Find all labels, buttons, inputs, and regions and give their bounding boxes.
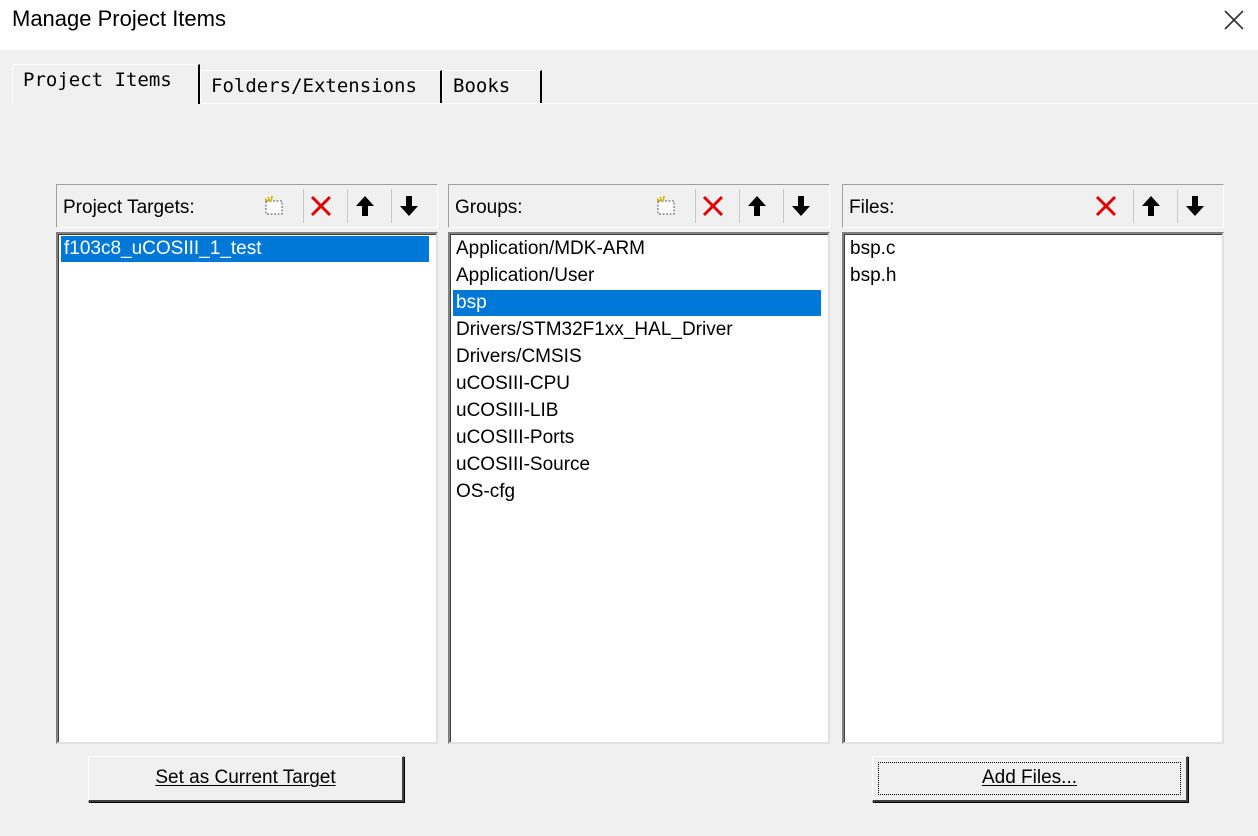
group-item[interactable]: uCOSIII-LIB (453, 398, 561, 424)
delete-icon (1095, 195, 1117, 217)
button-label: Set as Current Target (155, 767, 336, 788)
delete-icon (702, 195, 724, 217)
move-down-icon (792, 196, 810, 216)
file-item[interactable]: bsp.c (847, 236, 898, 262)
tab-books[interactable]: Books (442, 70, 542, 104)
group-item[interactable]: Drivers/STM32F1xx_HAL_Driver (453, 317, 736, 343)
move-up-icon (356, 196, 374, 216)
tab-label: Project Items (23, 69, 172, 91)
targets-list[interactable]: f103c8_uCOSIII_1_test (56, 232, 438, 744)
groups-label: Groups: (455, 197, 523, 218)
tab-folders-extensions[interactable]: Folders/Extensions (200, 70, 442, 104)
move-up-icon (748, 196, 766, 216)
move-file-up-button[interactable] (1133, 189, 1167, 223)
group-item[interactable]: Application/User (453, 263, 597, 289)
dialog-title: Manage Project Items (12, 6, 226, 31)
group-item[interactable]: uCOSIII-Ports (453, 425, 577, 451)
files-header: Files: (842, 184, 1224, 228)
target-item[interactable]: f103c8_uCOSIII_1_test (61, 236, 429, 262)
move-group-down-button[interactable] (783, 189, 817, 223)
targets-label: Project Targets: (63, 197, 195, 218)
delete-target-button[interactable] (303, 189, 337, 223)
files-list[interactable]: bsp.c bsp.h (842, 232, 1224, 744)
move-up-icon (1142, 196, 1160, 216)
group-item[interactable]: uCOSIII-CPU (453, 371, 573, 397)
move-down-icon (1186, 196, 1204, 216)
files-label: Files: (849, 197, 895, 218)
new-group-button[interactable] (649, 189, 683, 223)
delete-group-button[interactable] (695, 189, 729, 223)
move-file-down-button[interactable] (1177, 189, 1211, 223)
tab-label: Books (453, 75, 511, 97)
group-item[interactable]: uCOSIII-Source (453, 452, 593, 478)
move-group-up-button[interactable] (739, 189, 773, 223)
delete-icon (310, 195, 332, 217)
close-icon (1224, 10, 1244, 30)
delete-file-button[interactable] (1089, 189, 1123, 223)
targets-header: Project Targets: (56, 184, 438, 228)
new-target-button[interactable] (257, 189, 291, 223)
groups-header: Groups: (448, 184, 830, 228)
group-item[interactable]: OS-cfg (453, 479, 518, 505)
add-files-button[interactable]: Add Files... (872, 756, 1188, 802)
group-item[interactable]: Drivers/CMSIS (453, 344, 585, 370)
tab-project-items[interactable]: Project Items (12, 64, 200, 104)
move-down-icon (400, 196, 418, 216)
close-button[interactable] (1216, 2, 1252, 38)
move-target-up-button[interactable] (347, 189, 381, 223)
move-target-down-button[interactable] (391, 189, 425, 223)
new-item-icon (264, 195, 283, 215)
set-as-current-target-button[interactable]: Set as Current Target (88, 756, 404, 802)
groups-list[interactable]: Application/MDK-ARM Application/User bsp… (448, 232, 830, 744)
button-label: Add Files... (981, 767, 1078, 788)
tab-label: Folders/Extensions (211, 75, 417, 97)
group-item[interactable]: bsp (453, 290, 821, 316)
new-item-icon (656, 195, 675, 215)
group-item[interactable]: Application/MDK-ARM (453, 236, 648, 262)
file-item[interactable]: bsp.h (847, 263, 899, 289)
title-bar: Manage Project Items (0, 0, 1258, 50)
